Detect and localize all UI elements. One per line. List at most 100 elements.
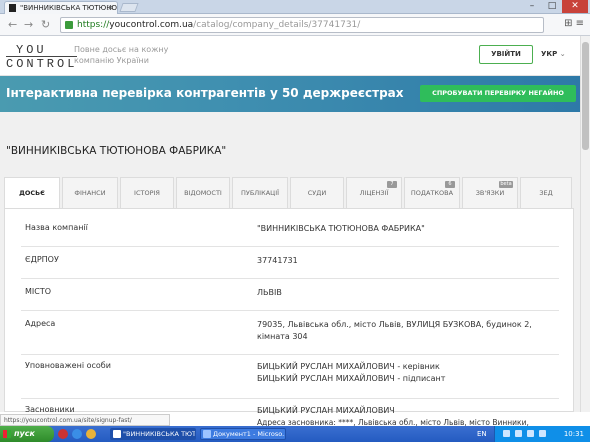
tab-foreign-trade[interactable]: ЗЕД [520,177,572,208]
tab-label: ДОСЬЄ [19,189,45,197]
task-label: Документ1 - Microso... [213,430,286,438]
tab-label: ПОДАТКОВА [410,189,454,197]
detail-value: БИЦЬКИЙ РУСЛАН МИХАЙЛОВИЧ - керівник БИЦ… [257,361,557,385]
tab-publications[interactable]: ПУБЛІКАЦІЇ [232,177,288,208]
tab-label: ІСТОРІЯ [134,189,160,197]
count-badge: 6 [445,181,455,188]
company-title: "ВИННИКІВСЬКА ТЮТЮНОВА ФАБРИКА" [6,145,227,157]
logo-line1: YOU [16,43,47,57]
try-check-button[interactable]: СПРОБУВАТИ ПЕРЕВІРКУ НЕГАЙНО [420,85,576,102]
detail-row-address: Адреса 79035, Львівська обл., місто Льві… [21,319,559,355]
detail-value-line: БИЦЬКИЙ РУСЛАН МИХАЙЛОВИЧ - підписант [257,374,446,383]
url-scheme: https:// [77,20,110,30]
tray-icon[interactable] [527,430,534,437]
chrome-icon[interactable] [86,429,96,439]
start-label: пуск [14,429,35,438]
window-close-icon[interactable]: ✕ [562,0,588,13]
tagline: Повне досьє на кожну компанію України [74,44,168,66]
tab-label: ЛІЦЕНЗІЇ [359,189,389,197]
tagline-line1: Повне досьє на кожну [74,45,169,54]
menu-icon[interactable]: ⊞ ≡ [564,18,584,29]
tray-icon[interactable] [503,430,510,437]
browser-task-icon [113,430,121,438]
close-tab-icon[interactable]: × [107,2,114,14]
forward-icon[interactable]: → [24,19,33,30]
maximize-icon[interactable]: □ [542,0,562,13]
volume-icon[interactable] [539,430,546,437]
main-content: "ВИННИКІВСЬКА ТЮТЮНОВА ФАБРИКА" ДОСЬЄ ФІ… [0,112,580,427]
tab-label: СУДИ [307,189,327,197]
detail-row-edrpou: ЄДРПОУ 37741731 [21,255,559,279]
detail-value: ЛЬВІВ [257,288,282,297]
detail-key: МІСТО [25,287,52,296]
tab-label: ЗЕД [539,189,553,197]
promo-banner: Інтерактивна перевірка контрагентів у 50… [0,76,580,112]
detail-key: Уповноважені особи [25,361,111,370]
minimize-icon[interactable]: – [522,0,542,13]
detail-row-authorized: Уповноважені особи БИЦЬКИЙ РУСЛАН МИХАЙЛ… [21,361,559,399]
detail-value-line: БИЦЬКИЙ РУСЛАН МИХАЙЛОВИЧ - керівник [257,362,440,371]
browser-tab[interactable]: "ВИННИКІВСЬКА ТЮТЮНОВ × [4,1,118,15]
chevron-down-icon: ⌄ [559,50,566,58]
tagline-line2: компанію України [74,56,149,65]
back-icon[interactable]: ← [8,19,17,30]
banner-text: Інтерактивна перевірка контрагентів у 50… [6,86,404,100]
word-task-icon [203,430,211,438]
detail-value: 79035, Львівська обл., місто Львів, ВУЛИ… [257,320,532,341]
detail-row-name: Назва компанії "ВИННИКІВСЬКА ТЮТЮНОВА ФА… [21,223,559,247]
scrollbar-thumb[interactable] [582,42,589,150]
detail-value: "ВИННИКІВСЬКА ТЮТЮНОВА ФАБРИКА" [257,224,425,233]
task-word[interactable]: Документ1 - Microso... [200,428,286,440]
clock: 10:31 [563,430,584,438]
logo[interactable]: YOU CONTROL [6,43,78,70]
tab-label: ЗВ'ЯЗКИ [475,189,505,197]
address-bar[interactable]: https://youcontrol.com.ua/catalog/compan… [60,17,544,33]
login-button[interactable]: УВІЙТИ [479,45,533,64]
browser-tab-title: "ВИННИКІВСЬКА ТЮТЮНОВ [20,4,118,12]
url-path: /catalog/company_details/37741731/ [193,20,361,30]
tab-finance[interactable]: ФІНАНСИ [62,177,118,208]
detail-row-city: МІСТО ЛЬВІВ [21,287,559,311]
browser-tab-strip: "ВИННИКІВСЬКА ТЮТЮНОВ × – □ ✕ [0,0,590,15]
url-host: youcontrol.com.ua [109,20,194,30]
system-tray: EN 10:31 [477,426,590,442]
new-tab-button[interactable] [119,3,139,12]
tab-courts[interactable]: СУДИ [290,177,344,208]
company-tabs: ДОСЬЄ ФІНАНСИ ІСТОРІЯ ВІДОМОСТІ ПУБЛІКАЦ… [4,177,574,209]
reload-icon[interactable]: ↻ [41,19,50,30]
tab-connections[interactable]: ЗВ'ЯЗКИ beta [462,177,518,208]
language-label: УКР [541,50,558,58]
windows-taskbar: пуск "ВИННИКІВСЬКА ТЮТ... Документ1 - Mi… [0,426,590,442]
window-controls: – □ ✕ [522,0,588,13]
detail-key: Назва компанії [25,223,88,232]
tab-history[interactable]: ІСТОРІЯ [120,177,174,208]
detail-key: ЄДРПОУ [25,255,59,264]
tray-icon[interactable] [515,430,522,437]
windows-logo-icon [3,430,11,438]
tab-tax[interactable]: ПОДАТКОВА 6 [404,177,460,208]
task-label: "ВИННИКІВСЬКА ТЮТ... [123,430,196,438]
site-header: YOU CONTROL Повне досьє на кожну компані… [0,36,580,76]
detail-key: Адреса [25,319,56,328]
tab-records[interactable]: ВІДОМОСТІ [176,177,230,208]
beta-badge: beta [499,181,513,188]
details-panel: Назва компанії "ВИННИКІВСЬКА ТЮТЮНОВА ФА… [4,208,574,427]
tab-licenses[interactable]: ЛІЦЕНЗІЇ 7 [346,177,402,208]
detail-value-line: БИЦЬКИЙ РУСЛАН МИХАЙЛОВИЧ [257,406,395,415]
opera-icon[interactable] [58,429,68,439]
ie-icon[interactable] [72,429,82,439]
detail-value: 37741731 [257,256,298,265]
lock-icon [65,21,73,29]
task-browser[interactable]: "ВИННИКІВСЬКА ТЮТ... [110,428,196,440]
tab-dossier[interactable]: ДОСЬЄ [4,177,60,209]
tab-label: ВІДОМОСТІ [184,189,222,197]
browser-toolbar: ← → ↻ https://youcontrol.com.ua/catalog/… [0,14,590,36]
start-button[interactable]: пуск [0,426,54,442]
status-url: https://youcontrol.com.ua/site/signup-fa… [0,414,170,426]
count-badge: 7 [387,181,397,188]
page-scrollbar[interactable] [580,36,590,412]
language-select[interactable]: УКР ⌄ [541,50,566,58]
input-language[interactable]: EN [477,426,487,442]
tab-label: ПУБЛІКАЦІЇ [240,189,280,197]
detail-key: Засновники [25,405,75,414]
